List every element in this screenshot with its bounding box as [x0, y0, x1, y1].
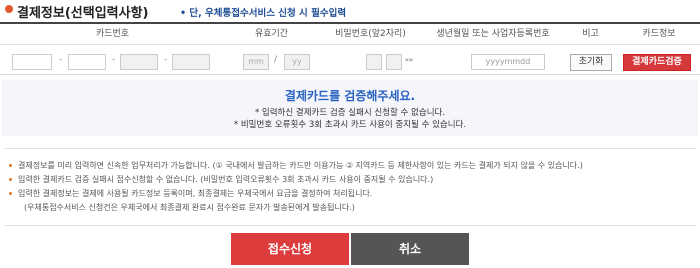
- card-info-table: 카드번호 유효기간 비밀번호(앞2자리) 생년월일 또는 사업자등록번호 비고 …: [0, 22, 700, 75]
- required-note: • 단, 우체통접수서비스 신청 시 필수입력: [180, 8, 347, 19]
- header-expiry: 유효기간: [254, 29, 289, 39]
- submit-button[interactable]: 접수신청: [231, 233, 349, 265]
- verify-notice-line: * 비밀번호 오류횟수 3회 초과시 카드 사용이 중지될 수 있습니다.: [233, 120, 467, 130]
- note-item: 입력한 결제정보는 결제에 사용될 카드정보 등록이며, 최종결제는 우체국에서…: [18, 189, 373, 198]
- header-birthdate: 생년월일 또는 사업자등록번호: [436, 29, 550, 39]
- birthdate-input[interactable]: yyyymmdd: [471, 54, 545, 70]
- card-number-separator: -: [164, 55, 168, 65]
- header-card-info: 카드정보: [642, 29, 676, 39]
- page-title: 결제정보(선택입력사항): [17, 6, 149, 21]
- note-bullet-icon: [9, 192, 12, 195]
- reset-button[interactable]: 초기화: [570, 54, 612, 71]
- card-number-separator: -: [112, 55, 116, 65]
- password-digit-1-input[interactable]: [366, 54, 382, 70]
- cancel-button[interactable]: 취소: [351, 233, 469, 265]
- expiry-year-input[interactable]: yy: [284, 54, 310, 70]
- card-number-separator: -: [59, 55, 63, 65]
- password-digit-2-input[interactable]: [386, 54, 402, 70]
- verify-notice-title: 결제카드를 검증해주세요.: [284, 89, 416, 103]
- verify-notice-box: 결제카드를 검증해주세요. * 입력하신 결제카드 검증 실패시 신청할 수 없…: [2, 80, 698, 136]
- password-mask-suffix: **: [405, 57, 413, 66]
- note-item: 입력한 결제카드 검증 실패시 접수신청할 수 없습니다. (비밀번호 입력오류…: [18, 175, 434, 184]
- header-card-number: 카드번호: [95, 29, 130, 39]
- header-password: 비밀번호(앞2자리): [335, 29, 406, 39]
- expiry-separator: /: [274, 55, 278, 65]
- expiry-month-input[interactable]: mm: [243, 54, 269, 70]
- card-number-input-2[interactable]: [68, 54, 106, 70]
- verify-notice-line: * 입력하신 결제카드 검증 실패시 신청할 수 없습니다.: [254, 108, 446, 118]
- card-number-input-3[interactable]: [120, 54, 158, 70]
- note-bullet-icon: [9, 164, 12, 167]
- section-header: 결제정보(선택입력사항) • 단, 우체통접수서비스 신청 시 필수입력: [0, 0, 700, 22]
- note-item: (우체통접수서비스 신청건은 우체국에서 최종결제 완료시 접수완료 문자가 발…: [24, 203, 355, 212]
- header-divider: [0, 44, 700, 45]
- card-number-input-4[interactable]: [172, 54, 210, 70]
- verify-card-button[interactable]: 결제카드검증: [623, 54, 691, 71]
- header-remarks: 비고: [582, 29, 599, 39]
- note-bullet-icon: [9, 178, 12, 181]
- card-number-input-1[interactable]: [12, 54, 52, 70]
- note-item: 결제정보를 미리 입력하면 신속한 업무처리가 가능합니다. (① 국내에서 발…: [18, 161, 583, 170]
- section-bullet-icon: [5, 5, 13, 13]
- payment-notes: 결제정보를 미리 입력하면 신속한 업무처리가 가능합니다. (① 국내에서 발…: [4, 148, 696, 226]
